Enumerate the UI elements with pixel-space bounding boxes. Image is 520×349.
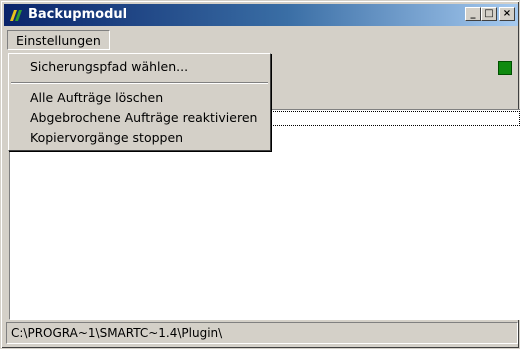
status-indicator [498,61,512,75]
backup-app-icon [10,10,22,21]
title-bar[interactable]: Backupmodul _ □ × [4,4,518,26]
menu-choose-backup-path[interactable]: Sicherungspfad wählen... [30,58,188,76]
menu-einstellungen[interactable]: Einstellungen [7,30,110,50]
backup-window: Backupmodul _ □ × Einstellungen C:\PROGR… [0,0,520,349]
menu-delete-all-jobs[interactable]: Alle Aufträge löschen [30,89,163,107]
status-bar-path: C:\PROGRA~1\SMARTC~1.4\Plugin\ [6,322,518,344]
menu-reactivate-aborted-jobs[interactable]: Abgebrochene Aufträge reaktivieren [30,109,257,127]
menu-separator [11,82,268,84]
menu-bar: Einstellungen [4,30,518,50]
close-button[interactable]: × [499,7,515,21]
maximize-button[interactable]: □ [481,7,497,21]
menu-stop-copy-operations[interactable]: Kopiervorgänge stoppen [30,129,183,147]
focus-row[interactable] [270,111,520,126]
window-title: Backupmodul [28,7,128,22]
einstellungen-dropdown: Sicherungspfad wählen... Alle Aufträge l… [8,53,271,151]
minimize-button[interactable]: _ [465,7,481,21]
